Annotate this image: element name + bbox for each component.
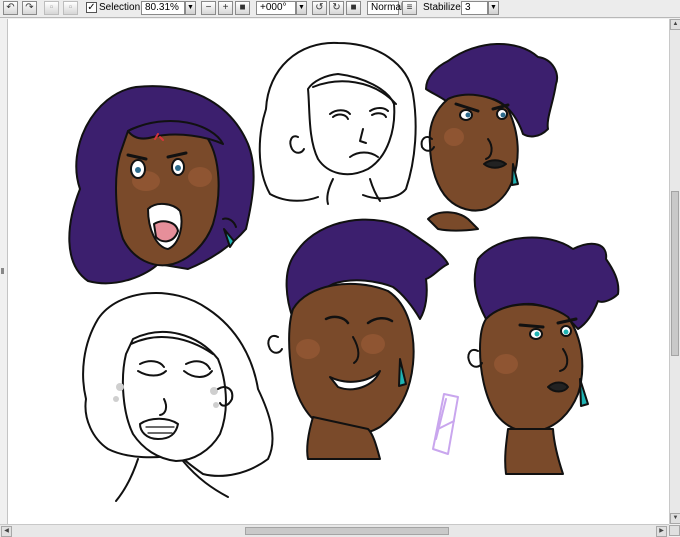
arrow-down-icon: ▼ [672,515,679,521]
blend-mode-field[interactable]: Normal [367,1,403,15]
stabilizer-label: Stabilizer [423,2,465,13]
scroll-left-button[interactable]: ◀ [1,526,12,537]
rotate-left-icon: ↺ [315,2,324,13]
scroll-down-button[interactable]: ▼ [670,513,680,524]
left-edge-marker [1,268,4,274]
face-crying-lineart [82,292,274,502]
drawing-canvas[interactable] [7,19,671,524]
face-frown-lineart [258,41,417,205]
zoom-field[interactable]: 80.31% [141,1,185,15]
redo-icon: ↷ [25,2,34,13]
minus-icon: − [205,2,212,13]
undo-icon: ↶ [6,2,15,13]
scroll-up-button[interactable]: ▲ [670,19,680,30]
cut-icon: ▫ [49,2,54,13]
check-icon: ✓ [87,2,96,13]
face-shocked-colored [68,85,255,285]
horizontal-scrollbar[interactable]: ◀ ▶ [0,524,669,537]
selection-checkbox[interactable]: ✓ [86,2,97,13]
chevron-down-icon: ▼ [298,4,305,11]
copy-button[interactable]: ▫ [63,1,78,15]
stabilizer-dropdown[interactable]: ▼ [488,1,499,15]
rotate-reset-button[interactable]: ■ [346,1,361,15]
square-icon: ■ [239,2,246,13]
rotation-field[interactable]: +000° [256,1,296,15]
square-icon: ■ [350,2,357,13]
artist-signature [432,393,459,455]
face-grumpy-colored [420,42,558,232]
top-toolbar: ↶ ↷ ▫ ▫ ✓ Selection 80.31% ▼ − + ■ +000°… [0,0,680,18]
rotate-right-button[interactable]: ↻ [329,1,344,15]
vertical-scrollbar[interactable]: ▲ ▼ [669,19,680,524]
copy-icon: ▫ [68,2,73,13]
redo-button[interactable]: ↷ [22,1,37,15]
chevron-down-icon: ▼ [490,4,497,11]
stabilizer-field[interactable]: 3 [461,1,488,15]
rotation-dropdown[interactable]: ▼ [296,1,307,15]
zoom-dropdown[interactable]: ▼ [185,1,196,15]
scroll-right-button[interactable]: ▶ [656,526,667,537]
cut-button[interactable]: ▫ [44,1,59,15]
rotate-right-icon: ↻ [332,2,341,13]
undo-button[interactable]: ↶ [3,1,18,15]
selection-label: Selection [99,2,141,13]
face-smiling-colored [267,218,449,460]
menu-icon: ≡ [406,2,413,13]
plus-icon: + [222,2,229,13]
rotate-left-button[interactable]: ↺ [312,1,327,15]
chevron-down-icon: ▼ [187,4,194,11]
blend-mode-button[interactable]: ≡ [402,1,417,15]
zoom-in-button[interactable]: + [218,1,233,15]
arrow-up-icon: ▲ [672,21,679,27]
face-pouting-colored [467,236,620,475]
scrollbar-corner [669,525,680,536]
horizontal-scroll-thumb[interactable] [245,527,449,535]
arrow-right-icon: ▶ [659,528,664,534]
arrow-left-icon: ◀ [4,528,9,534]
vertical-scroll-thumb[interactable] [671,191,679,356]
zoom-out-button[interactable]: − [201,1,216,15]
artwork [68,41,620,502]
zoom-reset-button[interactable]: ■ [235,1,250,15]
